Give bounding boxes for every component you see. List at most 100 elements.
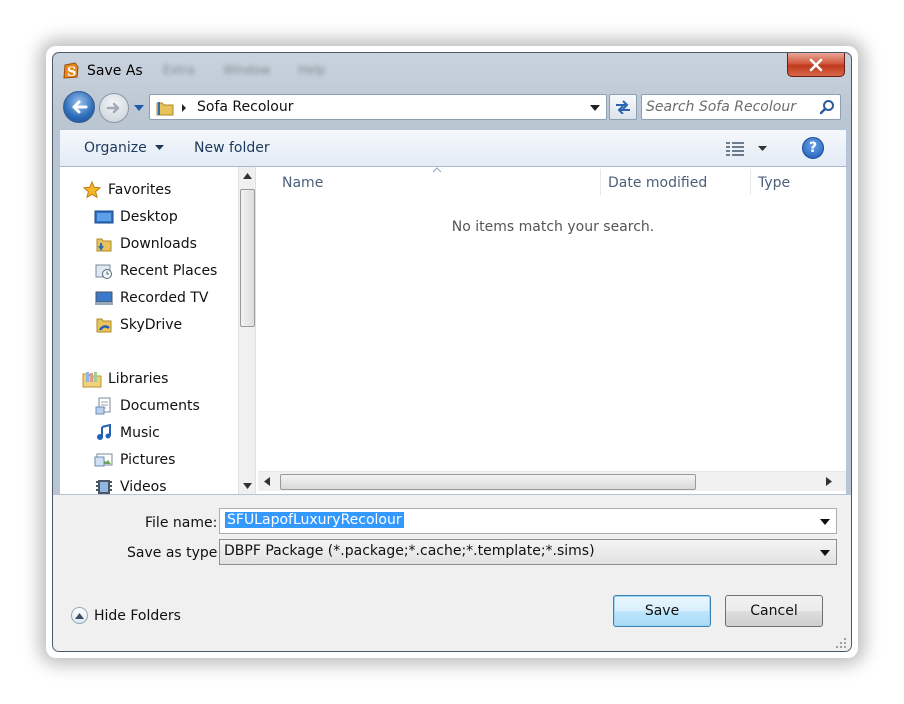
tree-item-libraries[interactable]: Libraries [82,368,168,390]
organize-button[interactable]: Organize [84,140,165,156]
recent-locations-dropdown-icon[interactable] [133,103,145,113]
file-list-horizontal-scrollbar[interactable] [258,471,846,491]
scrollbar-thumb[interactable] [240,189,255,327]
tree-item-videos[interactable]: Videos [94,476,167,494]
tree-item-label: SkyDrive [120,317,183,333]
star-icon [82,181,102,199]
back-button[interactable] [63,91,95,123]
tree-item-label: Pictures [120,452,176,468]
downloads-folder-icon [94,235,114,253]
browser-panes: Favorites Desktop Downloads Recent Place… [59,167,847,495]
scrollbar-thumb[interactable] [280,474,696,490]
tree-item-recent-places[interactable]: Recent Places [94,260,217,282]
recorded-tv-icon [94,289,114,307]
tree-item-desktop[interactable]: Desktop [94,206,178,228]
forward-button[interactable] [99,93,129,123]
arrow-left-icon [72,100,88,114]
tree-item-label: Music [120,425,160,441]
close-icon [809,58,823,71]
help-icon: ? [808,140,818,156]
column-divider[interactable] [600,169,601,195]
view-options-dropdown-icon[interactable] [758,146,767,152]
address-dropdown-icon[interactable] [590,105,600,111]
tree-item-favorites[interactable]: Favorites [82,179,171,201]
chevron-down-icon [155,145,165,150]
pictures-icon [94,451,114,469]
videos-icon [94,478,114,494]
file-name-value[interactable]: SFULapofLuxuryRecolour [225,512,404,528]
skydrive-icon [94,316,114,334]
refresh-icon [616,100,630,114]
column-header-type[interactable]: Type [758,167,838,199]
search-box[interactable] [641,94,841,120]
window-title: Save As [87,63,143,79]
scroll-left-arrow-icon[interactable] [264,477,270,486]
save-as-type-value: DBPF Package (*.package;*.cache;*.templa… [224,543,595,559]
search-input[interactable] [646,97,814,117]
scroll-right-arrow-icon[interactable] [826,477,832,486]
new-folder-button[interactable]: New folder [194,140,270,156]
organize-label: Organize [84,140,147,156]
recent-places-icon [94,262,114,280]
title-bar[interactable]: S Save As [53,53,851,89]
file-name-field[interactable]: SFULapofLuxuryRecolour [219,508,837,534]
command-toolbar: Organize New folder ? [59,129,847,167]
column-header-label: Name [282,175,324,191]
documents-icon [94,397,114,415]
tree-item-label: Recorded TV [120,290,209,306]
search-icon[interactable] [819,99,835,115]
tree-item-recorded-tv[interactable]: Recorded TV [94,287,208,309]
save-as-type-label: Save as type: [127,545,223,561]
empty-list-message: No items match your search. [451,219,655,235]
tree-item-label: Libraries [108,371,169,387]
navigation-pane[interactable]: Favorites Desktop Downloads Recent Place… [60,167,238,494]
tree-item-label: Documents [120,398,200,414]
chevron-down-icon[interactable] [820,550,830,556]
save-as-type-select[interactable]: DBPF Package (*.package;*.cache;*.templa… [219,539,837,565]
tree-item-label: Favorites [108,182,172,198]
sims-s-icon: S [61,61,81,81]
navigation-bar: Sofa Recolour [53,91,851,125]
change-view-icon[interactable] [726,141,746,157]
help-button[interactable]: ? [802,137,824,159]
file-name-label: File name: [145,515,218,531]
column-divider[interactable] [750,169,751,195]
column-header-date-modified[interactable]: Date modified [608,167,748,199]
folder-icon [156,102,174,116]
column-header-name[interactable]: Name [282,167,592,199]
close-button[interactable] [787,53,845,77]
breadcrumb-path[interactable]: Sofa Recolour [197,99,293,115]
breadcrumb-arrow-icon[interactable] [180,103,188,113]
tree-item-music[interactable]: Music [94,422,160,444]
tree-item-label: Downloads [120,236,197,252]
tree-item-label: Videos [120,479,167,494]
tree-item-skydrive[interactable]: SkyDrive [94,314,182,336]
music-icon [94,424,114,442]
chevron-up-icon [71,607,88,624]
tree-item-documents[interactable]: Documents [94,395,200,417]
refresh-button[interactable] [609,94,637,120]
resize-grip-icon[interactable] [835,637,847,649]
desktop-icon [94,208,114,226]
hide-folders-label: Hide Folders [94,607,181,624]
libraries-icon [82,370,102,388]
save-as-dialog: Extra Window Help S Save As Sofa Recolou… [52,52,852,652]
arrow-right-icon [106,102,120,114]
tree-item-label: Desktop [120,209,178,225]
save-button[interactable]: Save [613,595,711,627]
save-form-area: File name: SFULapofLuxuryRecolour Save a… [53,495,851,651]
cancel-button[interactable]: Cancel [725,595,823,627]
chevron-down-icon[interactable] [820,519,830,525]
hide-folders-button[interactable]: Hide Folders [71,607,181,624]
file-list-pane[interactable]: Name Date modified Type No items match y… [258,167,848,494]
scroll-up-arrow-icon[interactable] [243,173,252,179]
tree-item-label: Recent Places [120,263,218,279]
scroll-down-arrow-icon[interactable] [243,483,252,489]
column-header-label: Type [758,175,791,191]
address-bar[interactable]: Sofa Recolour [149,94,607,120]
svg-text:S: S [67,65,76,80]
navigation-pane-scrollbar[interactable] [238,167,256,494]
tree-item-pictures[interactable]: Pictures [94,449,175,471]
column-header-label: Date modified [608,175,708,191]
tree-item-downloads[interactable]: Downloads [94,233,197,255]
